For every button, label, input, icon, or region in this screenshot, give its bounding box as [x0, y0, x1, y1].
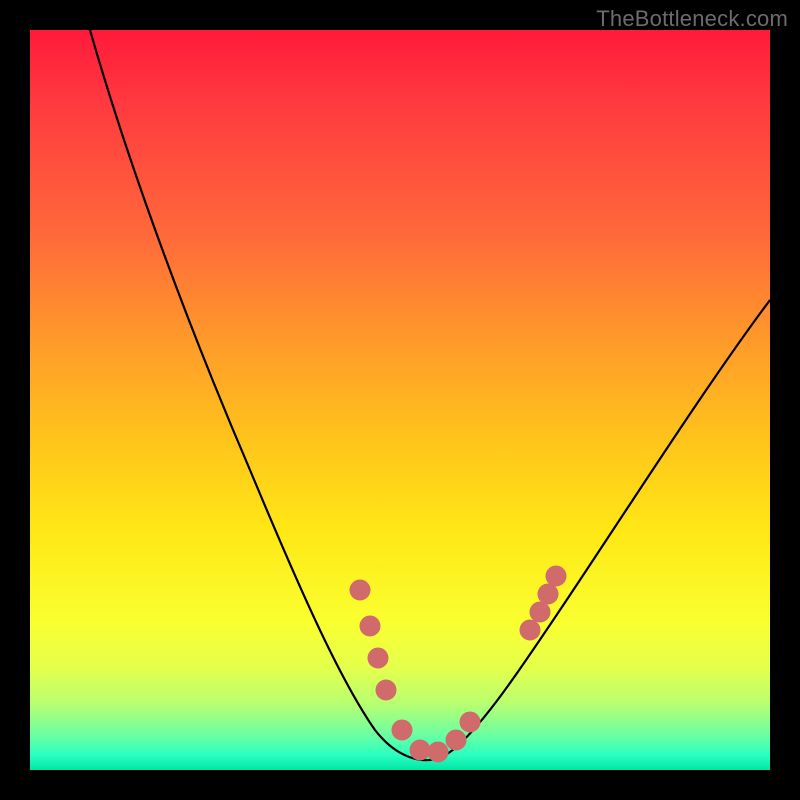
chart-marker	[360, 616, 380, 636]
chart-marker	[376, 680, 396, 700]
chart-svg	[30, 30, 770, 770]
chart-frame: TheBottleneck.com	[0, 0, 800, 800]
chart-marker	[446, 730, 466, 750]
chart-markers	[350, 566, 566, 762]
chart-marker	[392, 720, 412, 740]
chart-marker	[428, 742, 448, 762]
chart-plot-area	[30, 30, 770, 770]
chart-marker	[538, 584, 558, 604]
chart-marker	[520, 620, 540, 640]
chart-marker	[530, 602, 550, 622]
chart-marker	[350, 580, 370, 600]
chart-marker	[368, 648, 388, 668]
chart-marker	[410, 740, 430, 760]
chart-marker	[460, 712, 480, 732]
chart-marker	[546, 566, 566, 586]
watermark-text: TheBottleneck.com	[596, 6, 788, 32]
chart-curve	[90, 30, 770, 760]
